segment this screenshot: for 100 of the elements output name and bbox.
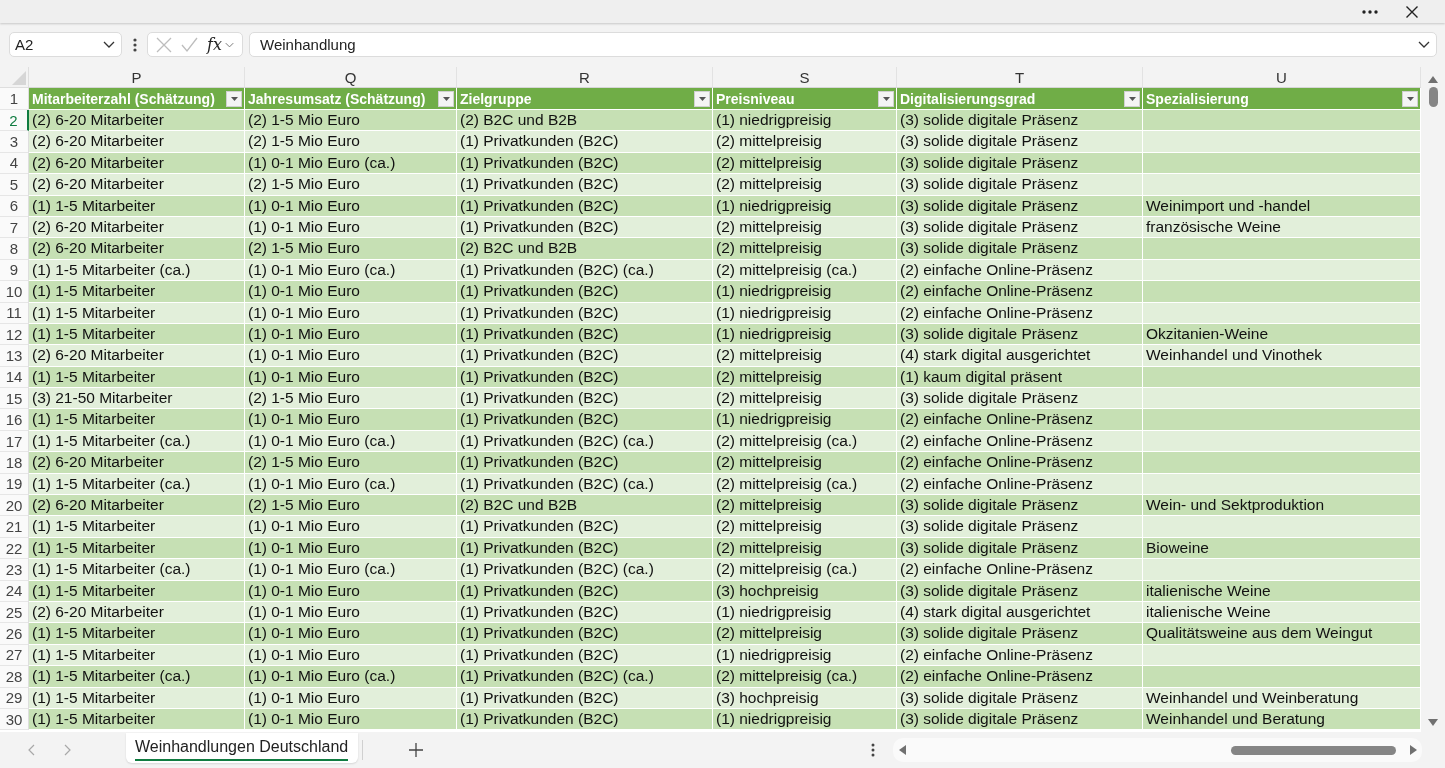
filter-button[interactable]	[226, 90, 242, 107]
row-header[interactable]: 26	[0, 623, 29, 645]
filter-button[interactable]	[694, 90, 710, 107]
name-box[interactable]: A2	[9, 32, 122, 57]
row-header[interactable]: 27	[0, 644, 29, 667]
row-header[interactable]: 2	[0, 110, 29, 132]
row-header[interactable]: 13	[0, 345, 29, 367]
row-header[interactable]: 30	[0, 708, 29, 731]
formula-field[interactable]: Weinhandlung	[249, 32, 1437, 57]
sheet-tab[interactable]: Weinhandlungen Deutschland	[126, 733, 359, 763]
table-cell: (2) einfache Online-Präsenz	[897, 473, 1143, 496]
row-header[interactable]: 3	[0, 131, 29, 153]
close-icon	[1406, 5, 1418, 18]
table-cell: (1) 1-5 Mitarbeiter	[29, 537, 245, 560]
row-header[interactable]: 19	[0, 473, 29, 496]
row-header[interactable]: 8	[0, 238, 29, 260]
row-header[interactable]: 21	[0, 516, 29, 538]
table-cell: (1) Privatkunden (B2C)	[457, 216, 713, 239]
table-cell: (1) 0-1 Mio Euro	[245, 687, 457, 709]
table-cell: (1) Privatkunden (B2C)	[457, 644, 713, 667]
row-header[interactable]: 15	[0, 388, 29, 410]
row-header[interactable]: 16	[0, 409, 29, 431]
table-cell: (1) Privatkunden (B2C)	[457, 302, 713, 324]
plus-icon	[409, 743, 424, 757]
table-cell: (1) 1-5 Mitarbeiter	[29, 366, 245, 389]
table-cell: (2) B2C und B2B	[457, 238, 713, 260]
row-header[interactable]: 20	[0, 495, 29, 517]
row-header[interactable]: 14	[0, 366, 29, 389]
triangle-down-icon	[1428, 718, 1438, 726]
row-header[interactable]: 23	[0, 559, 29, 581]
caret-down-icon	[230, 96, 238, 101]
table-cell: (2) einfache Online-Präsenz	[897, 644, 1143, 667]
row-header[interactable]: 9	[0, 259, 29, 282]
table-cell: (1) 0-1 Mio Euro	[245, 323, 457, 346]
table-cell: (1) Privatkunden (B2C)	[457, 131, 713, 153]
row-header[interactable]: 6	[0, 195, 29, 217]
triangle-up-icon	[1428, 75, 1438, 83]
table-cell: (1) Privatkunden (B2C)	[457, 152, 713, 175]
table-cell: (3) solide digitale Präsenz	[897, 216, 1143, 239]
filter-button[interactable]	[878, 90, 894, 107]
insert-function-button[interactable]: fx	[207, 34, 234, 55]
table-cell: (3) solide digitale Präsenz	[897, 687, 1143, 709]
table-cell: (3) solide digitale Präsenz	[897, 516, 1143, 538]
table-cell: (1) 1-5 Mitarbeiter (ca.)	[29, 559, 245, 581]
table-cell: (2) einfache Online-Präsenz	[897, 302, 1143, 324]
table-cell: (3) hochpreisig	[713, 687, 897, 709]
row-header[interactable]: 4	[0, 152, 29, 175]
row-header[interactable]: 10	[0, 281, 29, 303]
table-cell: (2) mittelpreisig (ca.)	[713, 430, 897, 453]
row-header[interactable]: 28	[0, 666, 29, 688]
triangle-icon	[12, 71, 26, 85]
table-cell: (1) niedrigpreisig	[713, 602, 897, 624]
caret-down-icon	[698, 96, 706, 101]
table-cell: (1) Privatkunden (B2C)	[457, 366, 713, 389]
table-cell: (1) niedrigpreisig	[713, 708, 897, 731]
vertical-dots-icon[interactable]	[871, 743, 875, 757]
row-header[interactable]: 5	[0, 174, 29, 196]
table-cell: (3) solide digitale Präsenz	[897, 131, 1143, 153]
scroll-down-button[interactable]	[1426, 716, 1440, 728]
filter-button[interactable]	[1402, 90, 1418, 107]
table-cell: (1) Privatkunden (B2C) (ca.)	[457, 666, 713, 688]
table-cell: Weinhandel und Vinothek	[1143, 345, 1421, 367]
filter-button[interactable]	[438, 90, 454, 107]
table-cell: (1) 0-1 Mio Euro	[245, 537, 457, 560]
chevron-down-icon	[1418, 41, 1430, 48]
filter-button[interactable]	[1124, 90, 1140, 107]
table-cell: (1) Privatkunden (B2C)	[457, 323, 713, 346]
table-cell: (1) Privatkunden (B2C)	[457, 452, 713, 474]
table-cell: (1) Privatkunden (B2C)	[457, 388, 713, 410]
row-header[interactable]: 12	[0, 323, 29, 346]
table-cell: (3) solide digitale Präsenz	[897, 580, 1143, 602]
table-cell: Wein- und Sektproduktion	[1143, 495, 1421, 517]
row-header[interactable]: 25	[0, 602, 29, 624]
table-cell: (2) 6-20 Mitarbeiter	[29, 110, 245, 132]
table-cell: (2) mittelpreisig	[713, 516, 897, 538]
row-header[interactable]: 22	[0, 537, 29, 560]
table-cell: (2) mittelpreisig	[713, 174, 897, 196]
scrollbar-thumb[interactable]	[1231, 745, 1396, 755]
row-header[interactable]: 1	[0, 88, 29, 110]
column-heading: Digitalisierungsgrad	[900, 90, 1037, 107]
table-cell: (4) stark digital ausgerichtet	[897, 345, 1143, 367]
row-header[interactable]: 24	[0, 580, 29, 602]
vertical-dots-icon[interactable]	[132, 37, 137, 52]
table-cell: (1) 1-5 Mitarbeiter (ca.)	[29, 430, 245, 453]
row-header[interactable]: 11	[0, 302, 29, 324]
table-cell: (2) mittelpreisig (ca.)	[713, 666, 897, 688]
table-cell: (3) solide digitale Präsenz	[897, 110, 1143, 132]
table-cell: (1) Privatkunden (B2C)	[457, 281, 713, 303]
column-heading: Jahresumsatz (Schätzung)	[248, 90, 427, 107]
table-cell: (1) 0-1 Mio Euro	[245, 366, 457, 389]
row-header[interactable]: 7	[0, 216, 29, 239]
scrollbar-thumb[interactable]	[1428, 87, 1438, 107]
chevron-left-icon	[27, 744, 35, 756]
row-header[interactable]: 17	[0, 430, 29, 453]
table-cell: (1) Privatkunden (B2C)	[457, 623, 713, 645]
row-header[interactable]: 18	[0, 452, 29, 474]
table-cell: (2) 1-5 Mio Euro	[245, 495, 457, 517]
row-header[interactable]: 29	[0, 687, 29, 709]
table-cell: (1) kaum digital präsent	[897, 366, 1143, 389]
table-cell: (1) Privatkunden (B2C)	[457, 345, 713, 367]
